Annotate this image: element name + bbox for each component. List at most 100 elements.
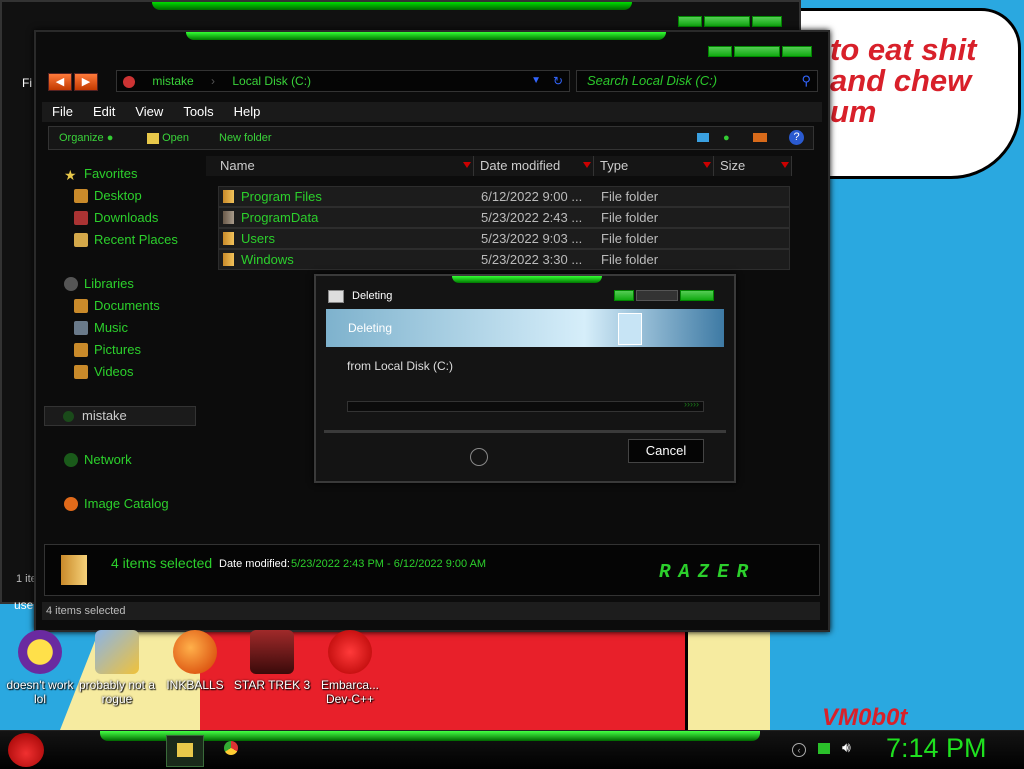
new-folder-button[interactable]: New folder [219, 127, 272, 149]
bubble-line-3: um [830, 94, 877, 129]
nav-libraries[interactable]: Libraries [64, 276, 134, 291]
nav-homegroup[interactable]: mistake [44, 406, 196, 426]
cancel-button[interactable]: Cancel [628, 439, 704, 463]
desktop-icon-yahoo[interactable]: doesn't work lol [0, 630, 80, 706]
search-input[interactable]: Search Local Disk (C:) ⚲ [576, 70, 818, 92]
file-row[interactable]: Windows 5/23/2022 3:30 ... File folder [218, 249, 790, 270]
bubble-text: to eat shit and chew um [830, 34, 1020, 127]
show-hidden-icons-icon[interactable]: ‹ [792, 743, 806, 757]
desktop-icon-rogue[interactable]: probably not a rogue [77, 630, 157, 706]
file-row[interactable]: Program Files 6/12/2022 9:00 ... File fo… [218, 186, 790, 207]
homegroup-icon [63, 411, 74, 423]
organize-dropdown-icon: ● [106, 132, 114, 144]
recent-places-icon [74, 232, 88, 247]
volume-icon[interactable]: 🔊︎ [842, 739, 851, 756]
nav-buttons[interactable]: ◀ ▶ [48, 73, 98, 91]
dev-cpp-icon [328, 630, 372, 674]
open-label: Open [162, 132, 189, 144]
user-folder-icon [123, 75, 135, 88]
breadcrumb-local-disk[interactable]: Local Disk (C:) [232, 74, 311, 88]
nav-favorites[interactable]: ★ Favorites [64, 166, 137, 183]
maximize-button[interactable] [704, 16, 750, 27]
sort-arrow-icon [583, 162, 591, 168]
network-tray-icon[interactable] [818, 743, 830, 754]
menu-view[interactable]: View [135, 102, 163, 122]
status-bar: 4 items selected [42, 602, 820, 620]
maximize-button[interactable] [734, 46, 780, 57]
close-button[interactable] [752, 16, 782, 27]
close-button[interactable] [782, 46, 812, 57]
back-window-controls[interactable] [678, 16, 782, 27]
file-row[interactable]: ProgramData 5/23/2022 2:43 ... File fold… [218, 207, 790, 228]
folder-icon [223, 190, 234, 203]
dialog-controls[interactable] [614, 290, 714, 301]
menu-edit[interactable]: Edit [93, 102, 115, 122]
nav-desktop-label: Desktop [94, 188, 142, 203]
forward-arrow-icon[interactable]: ▶ [74, 73, 98, 91]
delete-progress-icon [328, 290, 344, 303]
nav-documents[interactable]: Documents [74, 298, 160, 313]
column-type[interactable]: Type [594, 156, 714, 176]
preview-pane-icon[interactable] [753, 133, 767, 142]
column-size[interactable]: Size [714, 156, 792, 176]
documents-icon [74, 298, 88, 313]
taskbar: ‹ 🔊︎ 7:14 PM [0, 730, 1024, 769]
back-arrow-icon[interactable]: ◀ [48, 73, 72, 91]
file-row[interactable]: Users 5/23/2022 9:03 ... File folder [218, 228, 790, 249]
nav-videos[interactable]: Videos [74, 364, 134, 379]
change-view-icon[interactable]: ● [723, 127, 730, 149]
desktop-icon-star-trek[interactable]: STAR TREK 3 [232, 630, 312, 692]
start-button-angry-bird-icon[interactable] [8, 733, 44, 767]
nav-network-label: Network [84, 452, 132, 467]
nav-image-catalog[interactable]: Image Catalog [64, 496, 169, 511]
search-icon[interactable]: ⚲ [801, 71, 811, 91]
taskbar-explorer-button[interactable] [166, 735, 204, 767]
wallpaper-yellow-right [685, 628, 770, 730]
taskbar-clock[interactable]: 7:14 PM [886, 733, 987, 764]
address-dropdown-icon[interactable]: ▼ [531, 71, 541, 91]
videos-icon [74, 364, 88, 379]
nav-pictures[interactable]: Pictures [74, 342, 141, 357]
delete-source: from Local Disk (C:) [347, 359, 454, 373]
view-options-icon[interactable] [697, 133, 709, 142]
file-name: Users [241, 231, 275, 246]
nav-recent-places[interactable]: Recent Places [74, 232, 178, 247]
dialog-close-button[interactable] [680, 290, 714, 301]
nav-downloads[interactable]: Downloads [74, 210, 158, 225]
back-window-glow [152, 2, 632, 10]
downloads-icon [74, 210, 88, 225]
desktop-icon-dev-cpp[interactable]: Embarca... Dev-C++ [310, 630, 390, 706]
menu-tools[interactable]: Tools [183, 102, 213, 122]
desktop-icon-label: doesn't work lol [6, 678, 74, 706]
menu-help[interactable]: Help [234, 102, 261, 122]
nav-desktop[interactable]: Desktop [74, 188, 142, 203]
explorer-folder-icon [177, 743, 193, 757]
back-menu-fragment[interactable]: Fi [22, 76, 32, 90]
nav-network[interactable]: Network [64, 452, 132, 467]
refresh-icon[interactable]: ↻ [553, 71, 563, 91]
sort-arrow-icon [463, 162, 471, 168]
minimize-button[interactable] [678, 16, 702, 27]
column-date-modified[interactable]: Date modified [474, 156, 594, 176]
dialog-minimize-button[interactable] [614, 290, 634, 301]
open-button[interactable]: Open [147, 127, 189, 149]
column-name[interactable]: Name [206, 156, 474, 176]
address-bar[interactable]: mistake › Local Disk (C:) ▼ ↻ [116, 70, 570, 92]
desktop-icon-label: INKBALLS [166, 678, 224, 692]
organize-button[interactable]: Organize ● [59, 127, 113, 149]
minimize-button[interactable] [708, 46, 732, 57]
nav-music[interactable]: Music [74, 320, 128, 335]
nav-pictures-label: Pictures [94, 342, 141, 357]
chrome-icon[interactable] [224, 741, 238, 755]
organize-label: Organize [59, 132, 104, 144]
deleting-dialog[interactable]: Deleting Deleting from Local Disk (C:) ›… [314, 274, 736, 483]
nav-recent-places-label: Recent Places [94, 232, 178, 247]
breadcrumb-mistake[interactable]: mistake [152, 74, 193, 88]
dialog-maximize-button[interactable] [636, 290, 678, 301]
column-type-label: Type [600, 158, 629, 173]
file-type: File folder [601, 252, 659, 267]
help-icon[interactable]: ? [789, 130, 804, 145]
menu-file[interactable]: File [52, 102, 73, 122]
desktop-icon-inkballs[interactable]: INKBALLS [155, 630, 235, 692]
window-controls[interactable] [708, 46, 812, 57]
